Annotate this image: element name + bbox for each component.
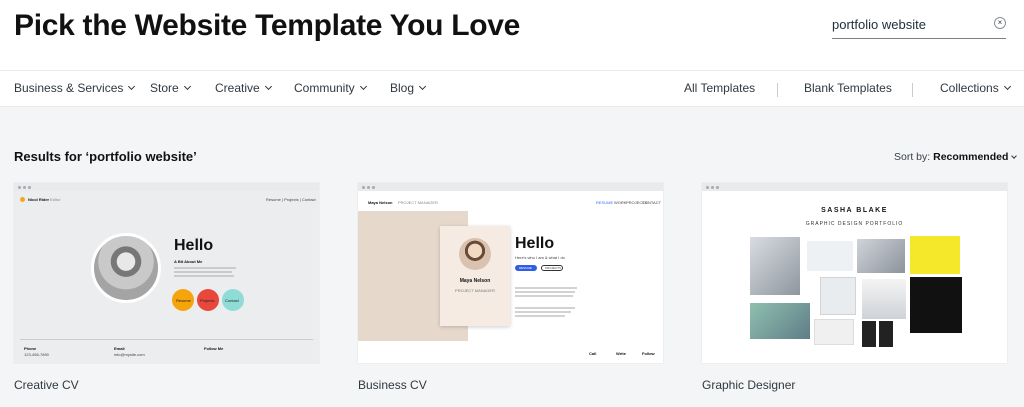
profile-role: PROJECT MANAGER [455,288,495,293]
search-input[interactable] [832,12,982,36]
template-preview: Nicol Rider Editor Resume | Projects | C… [14,191,319,363]
card-label[interactable]: Business CV [358,378,427,392]
nav-collections[interactable]: Collections [940,81,1011,95]
browser-bar [702,183,1007,191]
portfolio-tile [862,321,876,347]
preview-brand-suffix: Editor [50,197,61,202]
profile-name: Maya Nelson [459,278,491,284]
preview-footer-email: Email [114,346,125,351]
template-preview: Maya Nelson PROJECT MANAGER RESUME WORK … [358,191,663,363]
bubble-contact: Contact [222,289,244,311]
preview-footer-follow: Follow Me [204,346,224,351]
sort-label: Sort by: [894,151,931,163]
preview-hello: Hello [515,235,555,252]
browser-bar [358,183,663,191]
preview-about: A Bit About Me [174,259,203,264]
results-title: Results for ‘portfolio website’ [14,149,197,164]
card-label[interactable]: Graphic Designer [702,378,795,392]
text-line [515,307,575,309]
text-line [174,267,236,269]
nav-creative[interactable]: Creative [215,81,272,95]
chevron-down-icon [264,82,272,91]
text-line [515,315,565,317]
template-card-business-cv[interactable]: Maya Nelson PROJECT MANAGER RESUME WORK … [358,183,663,363]
preview-hello: Hello [174,237,214,254]
logo-dot [20,197,25,202]
preview-email: info@mysite.com [114,352,145,357]
nav-business-services[interactable]: Business & Services [14,81,136,95]
text-line [515,287,577,289]
clear-search-icon[interactable]: × [994,17,1006,29]
portfolio-tile [807,241,853,271]
preview-nav: Resume | Projects | Contact [266,197,316,202]
header: Pick the Website Template You Love × [0,0,1024,70]
profile-photo [459,238,491,270]
nav-community[interactable]: Community [294,81,367,95]
search-box[interactable]: × [832,12,1006,39]
portfolio-tile [910,236,960,274]
preview-brand: Maya Nelson [368,200,393,205]
portfolio-tile [750,303,810,339]
preview-projects-button: PROJECTS [541,265,563,271]
preview-footer-call: Call [589,351,597,356]
chevron-down-icon [1003,82,1011,91]
nav-blank-templates[interactable]: Blank Templates [804,81,892,95]
preview-nav-item: RESUME [596,200,614,205]
preview-resume-button: RESUME [515,265,537,271]
chevron-down-icon [1011,153,1018,159]
preview-divider [20,339,313,340]
browser-bar [14,183,319,191]
text-line [174,271,232,273]
text-line [515,295,573,297]
bubble-projects: Projects [197,289,219,311]
text-line [515,311,571,313]
portfolio-tile [814,319,854,345]
template-card-creative-cv[interactable]: Nicol Rider Editor Resume | Projects | C… [14,183,319,363]
preview-brand-role: PROJECT MANAGER [398,200,438,205]
nav-blog[interactable]: Blog [390,81,427,95]
preview-footer-phone: Phone [24,346,37,351]
text-line [174,275,234,277]
chevron-down-icon [359,82,367,91]
profile-photo [91,233,161,303]
text-line [515,291,575,293]
preview-subtitle: GRAPHIC DESIGN PORTFOLIO [805,221,904,227]
card-label[interactable]: Creative CV [14,378,79,392]
preview-nav-item: CONTACT [642,200,662,205]
chevron-down-icon [128,82,136,91]
template-preview: SASHA BLAKE GRAPHIC DESIGN PORTFOLIO [702,191,1007,363]
page-title: Pick the Website Template You Love [14,9,521,42]
portfolio-tile [879,321,893,347]
portfolio-tile [820,277,856,315]
nav-store[interactable]: Store [150,81,191,95]
portfolio-tile [862,279,906,319]
category-nav: Business & Services Store Creative Commu… [0,70,1024,107]
preview-footer-write: Write [616,351,626,356]
portfolio-tile [857,239,905,273]
portfolio-tile [750,237,800,295]
portfolio-tile [910,277,962,333]
bubble-resume: Resume [172,289,194,311]
profile-card: Maya Nelson PROJECT MANAGER [440,226,510,326]
chevron-down-icon [183,82,191,91]
sort-value: Recommended [933,151,1009,163]
chevron-down-icon [418,82,427,91]
preview-tagline: Here's who I am & what I do [515,255,565,260]
nav-divider [912,83,913,97]
sort-dropdown[interactable]: Sort by: Recommended [894,151,1018,163]
nav-divider [777,83,778,97]
preview-footer-follow: Follow [642,351,655,356]
preview-nav-item: WORK [614,200,627,205]
preview-brand: Nicol Rider [28,197,50,202]
nav-all-templates[interactable]: All Templates [684,81,755,95]
preview-name: SASHA BLAKE [821,207,888,214]
template-card-graphic-designer[interactable]: SASHA BLAKE GRAPHIC DESIGN PORTFOLIO [702,183,1007,363]
preview-phone: 123-456-7890 [24,352,49,357]
